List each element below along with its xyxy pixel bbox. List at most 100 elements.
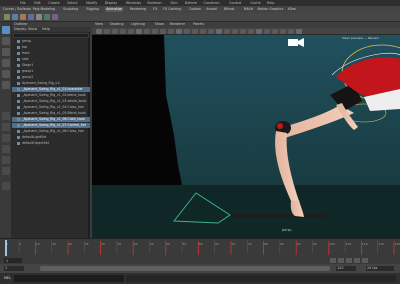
viewport-toolbar-button[interactable] <box>240 29 246 34</box>
viewport-toolbar-button[interactable] <box>104 29 110 34</box>
viewport-toolbar-button[interactable] <box>208 29 214 34</box>
paint-select-icon[interactable] <box>2 48 10 56</box>
menu-edit[interactable]: Edit <box>34 1 41 5</box>
outliner-item[interactable]: Ayanami_Swing_Rig_v1: <box>12 81 90 86</box>
outliner-item[interactable]: _Ayanami_Swing_Rig_v1_08:Cross_hair <box>12 129 90 134</box>
playblast-icon[interactable] <box>36 14 42 20</box>
viewport-menu-shading[interactable]: Shading <box>110 22 124 26</box>
play-back-icon[interactable] <box>330 258 336 263</box>
viewport-menu-show[interactable]: Show <box>155 22 164 26</box>
graph-layout-icon[interactable] <box>2 156 10 164</box>
outliner-item[interactable]: _Ayanami_Swing_Rig_v1_06:Cloth_hook <box>12 117 90 122</box>
viewport-toolbar-button[interactable] <box>248 29 254 34</box>
camera-gizmo-icon[interactable] <box>288 39 298 46</box>
viewport-toolbar-button[interactable] <box>96 29 102 34</box>
key-icon[interactable] <box>4 14 10 20</box>
viewport-toolbar-button[interactable] <box>256 29 262 34</box>
outliner-item[interactable]: front <box>12 51 90 56</box>
shelf-tab-rigging[interactable]: Rigging <box>86 7 100 12</box>
menu-deform[interactable]: Deform <box>185 1 198 5</box>
viewport-toolbar-button[interactable] <box>112 29 118 34</box>
viewport-toolbar-button[interactable] <box>264 29 270 34</box>
search-icon[interactable] <box>2 182 10 190</box>
menu-select[interactable]: Select <box>67 1 77 5</box>
step-back-icon[interactable] <box>338 258 344 263</box>
rotate-tool-icon[interactable] <box>2 70 10 78</box>
viewport-toolbar-button[interactable] <box>232 29 238 34</box>
viewport-menu-renderer[interactable]: Renderer <box>170 22 185 26</box>
trax-icon[interactable] <box>28 14 34 20</box>
viewport-toolbar-button[interactable] <box>192 29 198 34</box>
viewport-toolbar-button[interactable] <box>136 29 142 34</box>
keyframe-marker[interactable] <box>165 241 167 255</box>
viewport-toolbar-button[interactable] <box>160 29 166 34</box>
two-pane-layout-icon[interactable] <box>2 134 10 142</box>
shelf-tab-sculpting[interactable]: Sculpting <box>62 7 79 12</box>
outliner-item[interactable]: top <box>12 45 90 50</box>
viewport-toolbar-button[interactable] <box>200 29 206 34</box>
dope-sheet-icon[interactable] <box>20 14 26 20</box>
graph-editor-icon[interactable] <box>12 14 18 20</box>
viewport-3d[interactable]: persp XGen preview — Paused <box>92 35 400 238</box>
viewport-toolbar-button[interactable] <box>152 29 158 34</box>
mel-input[interactable] <box>14 275 124 282</box>
outliner-search-input[interactable] <box>13 33 89 38</box>
menu-modify[interactable]: Modify <box>86 1 97 5</box>
keyframe-marker[interactable] <box>34 241 36 255</box>
menu-help[interactable]: Help <box>267 1 275 5</box>
hypershade-layout-icon[interactable] <box>2 167 10 175</box>
outliner-item[interactable]: _Ayanami_Swing_Rig_v1_03:whole_body <box>12 99 90 104</box>
step-forward-icon[interactable] <box>354 258 360 263</box>
shelf-tab-fx-caching[interactable]: FX Caching <box>162 7 182 12</box>
shelf-tab-bifrost[interactable]: Bifrost <box>223 7 235 12</box>
shelf-tab-rendering[interactable]: Rendering <box>129 7 147 12</box>
shelf-tab-poly-modeling[interactable]: Poly Modeling <box>32 7 56 12</box>
outliner-item[interactable]: persp <box>12 39 90 44</box>
viewport-toolbar-button[interactable] <box>128 29 134 34</box>
viewport-menu-panels[interactable]: Panels <box>193 22 204 26</box>
time-slider[interactable]: 1 5 10 15 20 25 30 35 40 45 50 55 60 65 70 75 80 85 90 95 10… <box>0 238 400 264</box>
viewport-toolbar-button[interactable] <box>176 29 182 34</box>
viewport-menu-lighting[interactable]: Lighting <box>131 22 145 26</box>
outliner-item[interactable]: group2 <box>12 75 90 80</box>
shelf-tab-animation[interactable]: Animation <box>105 7 124 12</box>
play-icon[interactable] <box>346 258 352 263</box>
shelf-tab-custom[interactable]: Custom <box>188 7 202 12</box>
outliner-menu-display[interactable]: Display <box>14 27 27 31</box>
viewport-toolbar-button[interactable] <box>296 29 302 34</box>
keyframe-marker[interactable] <box>295 241 297 255</box>
keyframe-marker[interactable] <box>197 241 199 255</box>
keyframe-marker[interactable] <box>360 241 362 255</box>
shelf-tab-arnold[interactable]: Arnold <box>205 7 217 12</box>
outliner-item[interactable]: _Ayanami_Swing_Rig_v1_02:blend_hook <box>12 93 90 98</box>
outliner-item[interactable]: group1 <box>12 69 90 74</box>
range-start-field[interactable]: 1 <box>4 266 24 271</box>
viewport-toolbar-button[interactable] <box>144 29 150 34</box>
shelf-tab-curves-surfaces[interactable]: Curves / Surfaces <box>2 7 32 12</box>
outliner-item[interactable]: Stage1 <box>12 63 90 68</box>
menu-control[interactable]: Control <box>229 1 241 5</box>
shelf-tab-mash[interactable]: MASH <box>243 7 254 12</box>
viewport-menu-view[interactable]: View <box>95 22 103 26</box>
outliner-menu-help[interactable]: Help <box>42 27 50 31</box>
viewport-toolbar-button[interactable] <box>288 29 294 34</box>
outliner-layout-icon[interactable] <box>2 145 10 153</box>
menu-file[interactable]: File <box>20 1 26 5</box>
range-end-field[interactable]: 120 <box>336 266 356 271</box>
motion-trail-icon[interactable] <box>44 14 50 20</box>
time-slider-track[interactable]: 1 5 10 15 20 25 30 35 40 45 50 55 60 65 70 75 80 85 90 95 10… <box>0 239 400 265</box>
single-pane-layout-icon[interactable] <box>2 112 10 120</box>
shelf-tab-fx[interactable]: FX <box>152 7 158 12</box>
viewport-toolbar-button[interactable] <box>120 29 126 34</box>
keyframe-marker[interactable] <box>230 241 232 255</box>
outliner-item[interactable]: _Ayanami_Swing_Rig_v1_05:Blend_hook <box>12 111 90 116</box>
menu-skeleton[interactable]: Skeleton <box>147 1 162 5</box>
keyframe-marker[interactable] <box>100 241 101 255</box>
move-tool-icon[interactable] <box>2 59 10 67</box>
ghost-icon[interactable] <box>52 14 58 20</box>
keyframe-marker[interactable] <box>132 241 134 255</box>
shelf-tab-motion-graphics[interactable]: Motion Graphics <box>257 7 285 12</box>
menu-constrain[interactable]: Constrain <box>203 1 219 5</box>
menu-skin[interactable]: Skin <box>170 1 177 5</box>
outliner-item[interactable]: _Ayanami_Swing_Rig_v1_07:Control_Set <box>12 123 90 128</box>
